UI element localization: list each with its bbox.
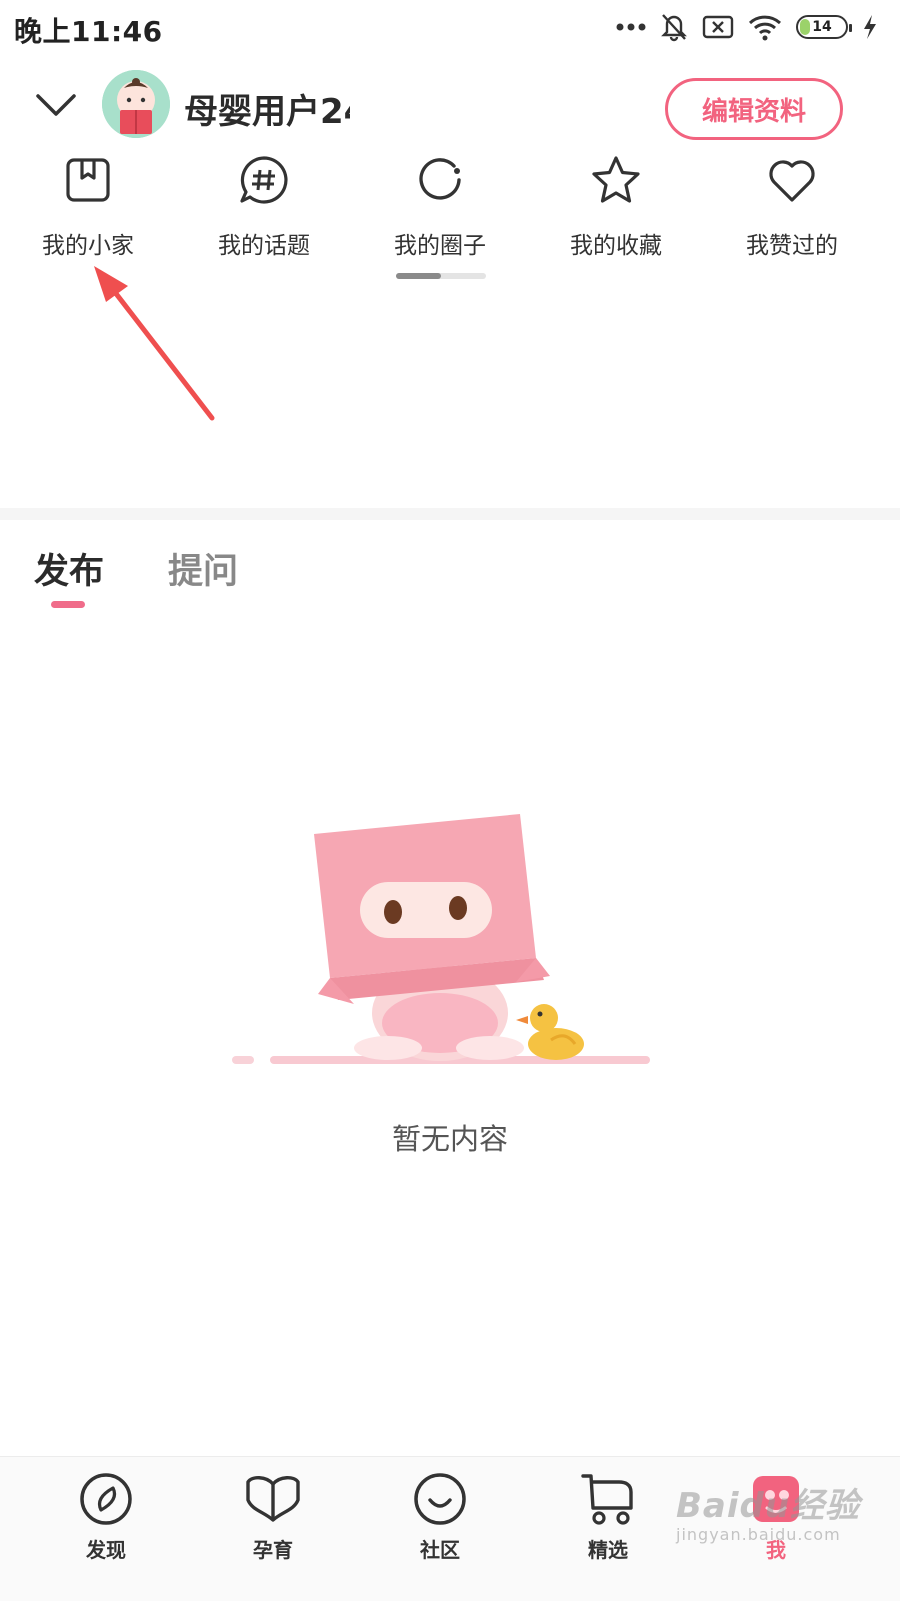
chevron-down-icon[interactable] (34, 88, 78, 124)
username: 母婴用户24 (184, 92, 350, 132)
star-icon (592, 156, 640, 203)
empty-state-text: 暂无内容 (391, 1122, 508, 1156)
annotation-arrow-icon (94, 266, 215, 421)
status-icons: 14 (616, 12, 878, 42)
quick-item-my-topics[interactable]: 我的话题 (176, 150, 352, 260)
tab-questions[interactable]: 提问 (168, 543, 238, 594)
nav-item-parenting[interactable]: 孕育 (213, 1466, 333, 1596)
smile-face-icon (414, 1473, 466, 1525)
nav-item-me[interactable]: 我 (716, 1466, 836, 1596)
menu-scroll-thumb (396, 273, 441, 279)
nav-item-community[interactable]: 社区 (380, 1466, 500, 1596)
tab-publish[interactable]: 发布 (34, 543, 104, 594)
nav-label: 社区 (420, 1538, 460, 1562)
edit-profile-button[interactable]: 编辑资料 (665, 78, 843, 140)
tab-indicator (51, 601, 85, 608)
charging-bolt-icon (864, 15, 876, 39)
profile-icon (753, 1476, 799, 1522)
section-divider (0, 508, 900, 520)
heart-icon (769, 160, 815, 202)
battery-level: 14 (812, 19, 832, 35)
nav-label: 发现 (86, 1538, 126, 1562)
signal-dots-icon (616, 23, 646, 31)
nav-item-featured[interactable]: 精选 (548, 1466, 668, 1596)
nav-item-discover[interactable]: 发现 (46, 1466, 166, 1596)
quick-item-label: 我赞过的 (746, 233, 838, 259)
sim-disabled-icon (702, 15, 734, 39)
open-book-icon (246, 1476, 300, 1522)
quick-item-my-home[interactable]: 我的小家 (0, 150, 176, 260)
quick-item-label: 我的小家 (42, 233, 134, 259)
battery-indicator: 14 (796, 15, 852, 39)
quick-item-my-circles[interactable]: 我的圈子 (352, 150, 528, 260)
status-time: 晚上11:46 (14, 15, 163, 48)
compass-icon (80, 1473, 132, 1525)
status-bar: 晚上11:46 14 (0, 0, 900, 56)
bookmark-box-icon (66, 158, 110, 202)
quick-item-label: 我的圈子 (394, 233, 486, 259)
hashtag-bubble-icon (240, 156, 288, 204)
nav-label: 孕育 (253, 1538, 293, 1562)
mute-bell-icon (661, 14, 687, 42)
quick-item-label: 我的收藏 (570, 233, 662, 259)
cart-icon (581, 1474, 633, 1525)
avatar[interactable] (102, 70, 170, 138)
nav-label: 精选 (588, 1538, 628, 1562)
circle-loop-icon (419, 158, 461, 200)
quick-item-label: 我的话题 (218, 233, 310, 259)
nav-label: 我 (766, 1538, 786, 1562)
empty-state-illustration (232, 814, 650, 1064)
quick-item-my-likes[interactable]: 我赞过的 (704, 150, 880, 260)
wifi-icon (748, 15, 782, 41)
quick-item-my-favorites[interactable]: 我的收藏 (528, 150, 704, 260)
